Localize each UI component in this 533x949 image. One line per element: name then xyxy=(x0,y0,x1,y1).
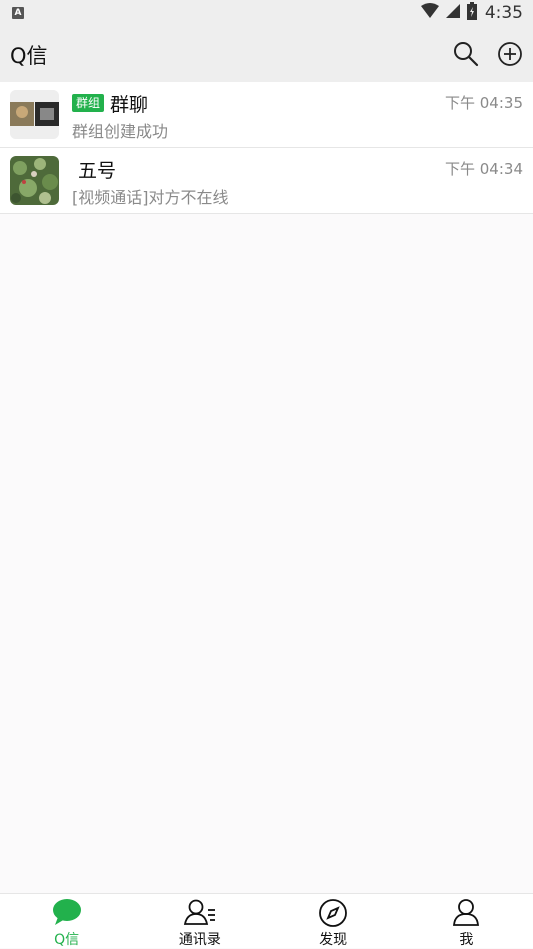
clock: 4:35 xyxy=(484,3,523,23)
chat-time: 下午 04:34 xyxy=(445,160,523,178)
contact-avatar xyxy=(10,156,59,205)
chat-list: 群组 群聊 群组创建成功 下午 04:35 五号 [视频通话]对方不在线 下午 … xyxy=(0,82,533,214)
last-message: 群组创建成功 xyxy=(72,122,169,141)
compass-icon xyxy=(318,898,348,932)
chat-title: 五号 xyxy=(72,156,116,182)
tab-label: Q信 xyxy=(54,932,80,948)
signal-icon xyxy=(445,3,461,23)
chat-name: 五号 xyxy=(78,159,117,182)
contacts-icon xyxy=(183,898,217,930)
tab-messages[interactable]: Q信 xyxy=(0,894,133,948)
chat-bubble-icon xyxy=(52,898,82,930)
app-bar: Q信 xyxy=(0,26,533,82)
tab-contacts[interactable]: 通讯录 xyxy=(133,894,266,948)
notification-a-icon: A xyxy=(12,7,24,19)
group-avatar xyxy=(10,90,59,139)
status-icons: 4:35 xyxy=(420,2,523,24)
page-title: Q信 xyxy=(10,44,48,68)
battery-icon xyxy=(466,2,477,24)
tab-me[interactable]: 我 xyxy=(400,894,533,948)
wifi-icon xyxy=(420,3,439,23)
tab-label: 通讯录 xyxy=(178,932,221,948)
last-message: [视频通话]对方不在线 xyxy=(72,188,229,207)
group-badge: 群组 xyxy=(72,94,105,112)
search-button[interactable] xyxy=(452,40,480,68)
person-icon xyxy=(452,898,480,930)
tab-label: 我 xyxy=(459,932,474,948)
add-button[interactable] xyxy=(496,40,524,68)
tab-label: 发现 xyxy=(319,932,348,948)
status-bar: A 4:35 xyxy=(0,0,533,26)
plus-circle-icon xyxy=(498,42,522,66)
search-icon xyxy=(454,42,479,67)
chat-title: 群组 群聊 xyxy=(72,90,148,116)
tab-discover[interactable]: 发现 xyxy=(267,894,400,948)
chat-name: 群聊 xyxy=(110,93,149,116)
chat-time: 下午 04:35 xyxy=(445,94,523,112)
bottom-tab-bar: Q信 通讯录 发现 我 xyxy=(0,893,533,948)
chat-row-contact[interactable]: 五号 [视频通话]对方不在线 下午 04:34 xyxy=(0,148,533,214)
chat-row-group[interactable]: 群组 群聊 群组创建成功 下午 04:35 xyxy=(0,82,533,148)
